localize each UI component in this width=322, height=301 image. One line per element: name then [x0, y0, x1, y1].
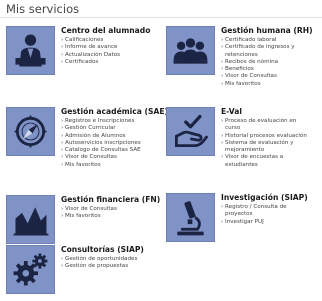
service-card-centro-alumnado: Centro del alumnado › Calificaciones › I… — [6, 26, 156, 86]
service-link[interactable]: › Historial procesos evaluación — [221, 133, 310, 140]
header-divider — [0, 17, 322, 18]
service-card-investigacion: Investigación (SIAP) › Registro / Consul… — [166, 193, 318, 243]
service-link[interactable]: › Mis favoritos — [61, 213, 117, 220]
service-link[interactable]: › Admisión de Alumnos — [61, 133, 141, 140]
service-links: › Proceso de evaluación en curso › Histo… — [221, 118, 310, 169]
service-link[interactable]: › Investigar PUJ — [221, 219, 310, 226]
service-link[interactable]: › Actualización Datos — [61, 52, 120, 59]
service-title[interactable]: Gestión humana (RH) — [221, 26, 313, 35]
service-card-gestion-academica: Gestión académica (SAE) › Registros e In… — [6, 107, 168, 171]
service-links: › Registros e Inscripciones › Gestión Cu… — [61, 118, 141, 169]
service-link[interactable]: › Certificados — [61, 59, 120, 66]
service-card-e-val: E-Val › Proceso de evaluación en curso ›… — [166, 107, 318, 179]
service-link[interactable]: › Gestión Curricular — [61, 125, 141, 132]
people-group-icon[interactable] — [166, 26, 215, 75]
service-link[interactable]: › Catalogo de Consultas SAE — [61, 147, 141, 154]
service-link[interactable]: › Registro / Consulta de proyectos — [221, 204, 310, 219]
service-link[interactable]: › Certificado laboral — [221, 37, 310, 44]
service-card-gestion-humana: Gestión humana (RH) › Certificado labora… — [166, 26, 318, 98]
microscope-icon[interactable] — [166, 193, 215, 242]
service-title[interactable]: E-Val — [221, 107, 242, 116]
service-links: › Calificaciones › Informe de avance › A… — [61, 37, 120, 66]
service-link[interactable]: › Beneficios — [221, 66, 310, 73]
service-link[interactable]: › Visor de encuestas a estudiantes — [221, 154, 310, 169]
service-title[interactable]: Gestión financiera (FN) — [61, 195, 160, 204]
service-title[interactable]: Consultorías (SIAP) — [61, 245, 144, 254]
gears-icon[interactable] — [6, 245, 55, 294]
service-link[interactable]: › Mis favoritos — [61, 162, 141, 169]
service-link[interactable]: › Visor de Consultas — [61, 206, 117, 213]
service-title[interactable]: Investigación (SIAP) — [221, 193, 308, 202]
service-link[interactable]: › Calificaciones — [61, 37, 120, 44]
service-link[interactable]: › Visor de Consultas — [61, 154, 141, 161]
service-link[interactable]: › Recibos de nómina — [221, 59, 310, 66]
service-link[interactable]: › Certificado de ingresos y retenciones — [221, 44, 310, 59]
service-link[interactable]: › Autoservicios inscripciones — [61, 140, 141, 147]
service-link[interactable]: › Sistema de evaluación y mejoramiento — [221, 140, 310, 155]
service-link[interactable]: › Gestión de propuestas — [61, 263, 137, 270]
service-link[interactable]: › Mis favoritos — [221, 81, 310, 88]
page-title: Mis servicios — [6, 2, 80, 16]
service-links: › Certificado laboral › Certificado de i… — [221, 37, 310, 88]
service-title[interactable]: Centro del alumnado — [61, 26, 150, 35]
area-chart-icon[interactable] — [6, 195, 55, 244]
compass-icon[interactable] — [6, 107, 55, 156]
service-link[interactable]: › Proceso de evaluación en curso — [221, 118, 310, 133]
service-card-consultorias: Consultorías (SIAP) › Gestión de oportun… — [6, 245, 156, 295]
student-icon[interactable] — [6, 26, 55, 75]
service-links: › Registro / Consulta de proyectos › Inv… — [221, 204, 310, 226]
service-links: › Visor de Consultas › Mis favoritos — [61, 206, 117, 221]
service-links: › Gestión de oportunidades › Gestión de … — [61, 256, 137, 271]
service-link[interactable]: › Informe de avance — [61, 44, 120, 51]
service-card-gestion-financiera: Gestión financiera (FN) › Visor de Consu… — [6, 195, 160, 245]
service-link[interactable]: › Visor de Consultas — [221, 73, 310, 80]
service-title[interactable]: Gestión académica (SAE) — [61, 107, 168, 116]
hand-check-icon[interactable] — [166, 107, 215, 156]
